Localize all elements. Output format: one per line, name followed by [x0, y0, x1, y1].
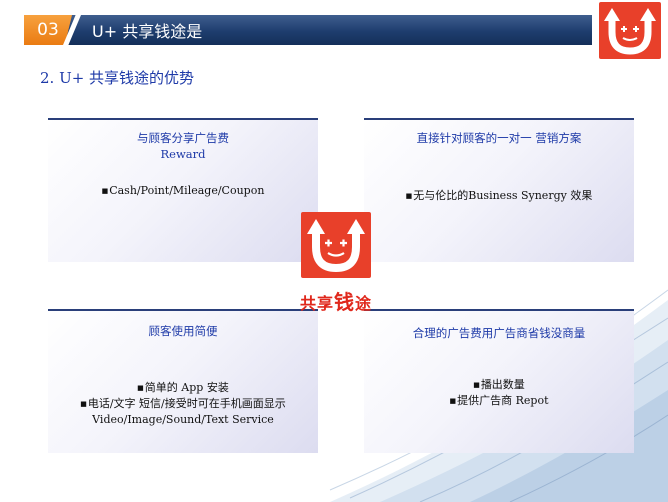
list-item: ■播出数量 — [473, 378, 525, 391]
square-bullet-icon: ■ — [80, 400, 87, 408]
panel-title-line: 与顾客分享广告费 — [137, 131, 229, 145]
panel-title: 与顾客分享广告费 Reward — [48, 130, 318, 162]
panel-body: ■播出数量 ■提供广告商 Repot — [364, 377, 634, 409]
section-number: 03 — [24, 15, 72, 45]
panel-one-to-one-marketing: 直接针对顾客的一对一 营销方案 ■无与伦比的Business Synergy 效… — [364, 118, 634, 262]
header-title: U+ 共享钱途是 — [92, 22, 203, 41]
panel-title-line: 合理的广告费用广告商省钱没商量 — [412, 326, 586, 340]
panel-share-ad-revenue: 与顾客分享广告费 Reward ■Cash/Point/Mileage/Coup… — [48, 118, 318, 262]
square-bullet-icon: ■ — [405, 192, 413, 200]
square-bullet-icon: ■ — [101, 187, 109, 195]
panel-body: ■无与伦比的Business Synergy 效果 — [364, 188, 634, 204]
list-item: ■Cash/Point/Mileage/Coupon — [101, 184, 265, 197]
panel-title: 合理的广告费用广告商省钱没商量 — [364, 325, 634, 341]
panel-title: 顾客使用简便 — [48, 323, 318, 339]
list-item: ■无与伦比的Business Synergy 效果 — [405, 189, 593, 202]
panel-title: 直接针对顾客的一对一 营销方案 — [364, 130, 634, 146]
panel-title-line: 直接针对顾客的一对一 营销方案 — [416, 131, 582, 145]
panel-body: ■Cash/Point/Mileage/Coupon — [48, 183, 318, 199]
list-item: ■电话/文字 短信/接受时可在手机画面显示 — [80, 397, 286, 410]
square-bullet-icon: ■ — [137, 384, 144, 392]
square-bullet-icon: ■ — [449, 397, 457, 405]
panel-reasonable-ad-cost: 合理的广告费用广告商省钱没商量 ■播出数量 ■提供广告商 Repot — [364, 309, 634, 453]
list-item-continuation: Video/Image/Sound/Text Service — [92, 413, 274, 426]
panel-title-line: 顾客使用简便 — [148, 324, 218, 338]
brand-name: 共享钱途 — [299, 290, 373, 314]
list-item: ■简单的 App 安装 — [137, 381, 229, 394]
panel-easy-to-use: 顾客使用简便 ■简单的 App 安装 ■电话/文字 短信/接受时可在手机画面显示… — [48, 309, 318, 453]
u-smile-logo-center-icon — [301, 212, 371, 278]
u-smile-logo-icon — [599, 2, 661, 59]
panel-title-line: Reward — [160, 147, 206, 161]
square-bullet-icon: ■ — [473, 381, 480, 389]
section-title: 2. U+ 共享钱途的优势 — [40, 69, 195, 87]
panel-body: ■简单的 App 安装 ■电话/文字 短信/接受时可在手机画面显示 Video/… — [48, 380, 318, 428]
list-item: ■提供广告商 Repot — [449, 394, 549, 407]
